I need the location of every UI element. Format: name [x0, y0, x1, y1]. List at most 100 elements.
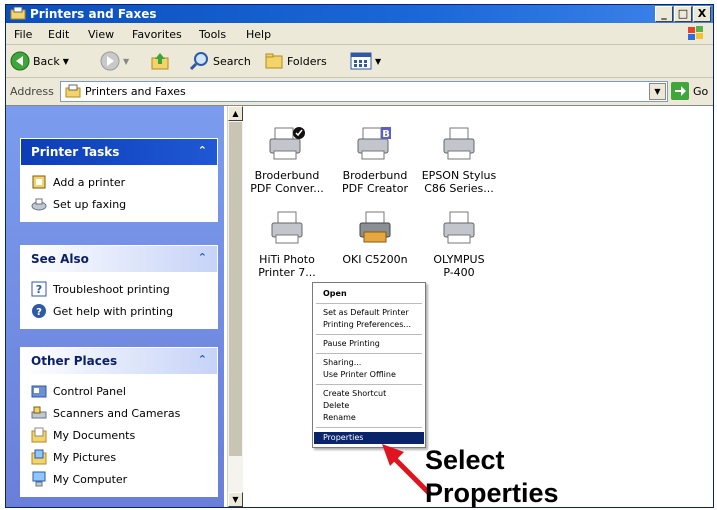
see-also-panel: See Also ⌃ ? Troubleshoot printing ? Get… — [20, 245, 218, 329]
scroll-down-icon[interactable]: ▼ — [228, 492, 243, 507]
my-computer-icon — [32, 471, 46, 487]
printer-icon — [271, 211, 303, 244]
get-help-printing-link[interactable]: ? Get help with printing — [31, 300, 209, 322]
help-circle-icon: ? — [32, 304, 46, 318]
address-bar: Address Printers and Faxes ▼ Go — [6, 78, 713, 104]
svg-text:?: ? — [36, 307, 42, 318]
collapse-chevron-icon[interactable]: ⌃ — [198, 144, 207, 157]
menu-edit[interactable]: Edit — [48, 28, 69, 41]
menu-pause-printing[interactable]: Pause Printing — [323, 339, 380, 348]
back-arrow-icon — [10, 51, 30, 71]
go-button[interactable]: Go — [671, 82, 708, 100]
annotation-properties: Properties — [425, 478, 559, 508]
address-value: Printers and Faxes — [85, 85, 186, 98]
my-pictures-icon — [31, 449, 47, 465]
menu-create-shortcut[interactable]: Create Shortcut — [323, 389, 386, 398]
scanners-cameras-link[interactable]: Scanners and Cameras — [31, 402, 209, 424]
svg-text:?: ? — [36, 283, 42, 296]
menu-delete[interactable]: Delete — [323, 401, 349, 410]
up-folder-icon — [151, 53, 169, 70]
set-up-faxing-link[interactable]: Set up faxing — [31, 193, 209, 215]
menu-open[interactable]: Open — [323, 289, 347, 298]
menu-separator — [316, 303, 422, 304]
menu-favorites[interactable]: Favorites — [132, 28, 182, 41]
printer-name-line1: Broderbund — [254, 169, 320, 182]
add-printer-link[interactable]: Add a printer — [31, 171, 209, 193]
see-also-header[interactable]: See Also ⌃ — [21, 246, 217, 272]
menu-printing-preferences[interactable]: Printing Preferences... — [323, 320, 411, 329]
menu-sharing[interactable]: Sharing... — [323, 358, 361, 367]
up-folder-button[interactable] — [150, 50, 170, 72]
other-places-header[interactable]: Other Places ⌃ — [21, 348, 217, 374]
printer-item[interactable]: HiTi Photo Printer 7... — [247, 210, 327, 279]
printers-folder-icon — [10, 7, 26, 20]
minimize-button[interactable]: _ — [655, 6, 673, 22]
menu-help[interactable]: Help — [246, 28, 271, 41]
collapse-chevron-icon[interactable]: ⌃ — [198, 353, 207, 366]
toolbar: Back ▼ ▼ Search Folders ▼ — [6, 45, 713, 78]
title-bar[interactable]: Printers and Faxes _ □ X — [6, 5, 713, 23]
address-dropdown-icon[interactable]: ▼ — [649, 83, 666, 100]
collapse-chevron-icon[interactable]: ⌃ — [198, 251, 207, 264]
printer-name-line2: C86 Series... — [424, 182, 494, 195]
task-pane: Printer Tasks ⌃ Add a printer Set up fax… — [6, 106, 224, 507]
printer-item[interactable]: OLYMPUS P-400 — [419, 210, 499, 279]
menu-use-offline[interactable]: Use Printer Offline — [323, 370, 396, 379]
menu-separator — [316, 334, 422, 335]
menu-bar: File Edit View Favorites Tools Help — [6, 24, 713, 45]
scroll-up-icon[interactable]: ▲ — [228, 106, 243, 121]
go-label: Go — [693, 84, 709, 98]
menu-view[interactable]: View — [88, 28, 114, 41]
context-menu: Open Set as Default Printer Printing Pre… — [312, 282, 426, 448]
close-button[interactable]: X — [693, 6, 711, 22]
control-panel-link[interactable]: Control Panel — [31, 380, 209, 402]
printer-item[interactable]: Broderbund PDF Conver... — [247, 126, 327, 195]
control-panel-label: Control Panel — [53, 384, 126, 398]
svg-text:B: B — [382, 129, 390, 140]
maximize-button[interactable]: □ — [674, 6, 692, 22]
menu-tools[interactable]: Tools — [199, 28, 226, 41]
printer-item[interactable]: B Broderbund PDF Creator — [335, 126, 415, 195]
my-pictures-link[interactable]: My Pictures — [31, 446, 209, 468]
printer-tasks-header[interactable]: Printer Tasks ⌃ — [21, 139, 217, 165]
my-computer-label: My Computer — [53, 472, 128, 486]
views-dropdown-icon: ▼ — [375, 56, 382, 66]
forward-button[interactable]: ▼ — [100, 50, 129, 72]
my-documents-link[interactable]: My Documents — [31, 424, 209, 446]
back-button[interactable]: Back ▼ — [10, 50, 69, 72]
menu-set-default[interactable]: Set as Default Printer — [323, 308, 409, 317]
control-panel-icon — [31, 385, 47, 398]
task-pane-scrollbar[interactable]: ▲ ▼ — [227, 106, 243, 507]
back-label: Back — [33, 54, 60, 68]
help-question-icon: ? — [31, 281, 47, 297]
my-documents-icon — [31, 427, 47, 443]
printers-folder-small-icon — [65, 84, 81, 98]
printer-name-line1: HiTi Photo — [259, 253, 315, 266]
printer-shared-icon: B — [357, 127, 391, 160]
menu-rename[interactable]: Rename — [323, 413, 356, 422]
fax-icon — [31, 198, 47, 211]
menu-file[interactable]: File — [14, 28, 32, 41]
troubleshoot-printing-label: Troubleshoot printing — [53, 282, 170, 296]
views-button[interactable]: ▼ — [350, 50, 381, 72]
troubleshoot-printing-link[interactable]: ? Troubleshoot printing — [31, 278, 209, 300]
my-computer-link[interactable]: My Computer — [31, 468, 209, 490]
printer-name-line1: EPSON Stylus — [421, 169, 497, 182]
other-places-panel: Other Places ⌃ Control Panel Scanners an… — [20, 347, 218, 497]
forward-dropdown-icon[interactable]: ▼ — [123, 57, 129, 66]
see-also-title: See Also — [31, 252, 89, 266]
address-field[interactable]: Printers and Faxes ▼ — [60, 81, 668, 102]
folders-button[interactable]: Folders — [264, 50, 327, 72]
printer-name-line1: OLYMPUS — [433, 253, 485, 266]
my-documents-label: My Documents — [53, 428, 136, 442]
back-dropdown-icon[interactable]: ▼ — [63, 57, 69, 66]
printer-tasks-title: Printer Tasks — [31, 145, 120, 159]
scroll-thumb[interactable] — [229, 122, 242, 456]
printer-item[interactable]: EPSON Stylus C86 Series... — [419, 126, 499, 195]
menu-properties[interactable]: Properties — [323, 433, 363, 442]
views-icon — [350, 52, 372, 70]
forward-arrow-icon — [100, 51, 120, 71]
printer-name-line2: PDF Conver... — [250, 182, 324, 195]
printer-item-selected[interactable]: OKI C5200n — [335, 210, 415, 266]
search-button[interactable]: Search — [190, 50, 251, 72]
